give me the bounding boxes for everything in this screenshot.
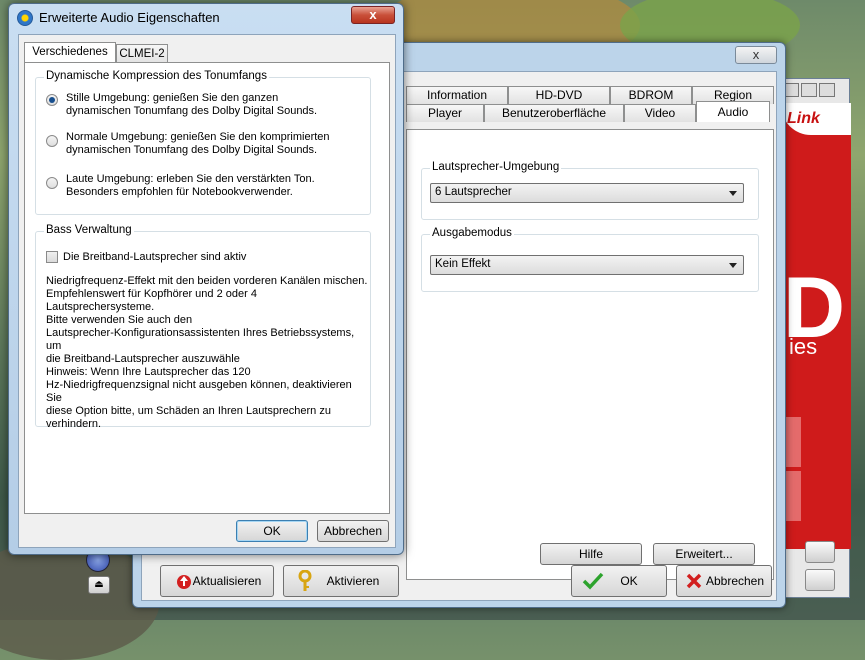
- output-mode-group: Ausgabemodus Kein Effekt: [421, 227, 759, 292]
- bass-warning-text: Hinweis: Wenn Ihre Lautsprecher das 120 …: [46, 366, 352, 430]
- tab-clmei-2[interactable]: CLMEI-2: [116, 44, 168, 63]
- cancel-button[interactable]: Abbrechen: [676, 565, 772, 597]
- broadband-speakers-checkbox[interactable]: [46, 251, 58, 263]
- tab-video[interactable]: Video: [624, 104, 696, 122]
- tab-user-interface[interactable]: Benutzeroberfläche: [484, 104, 624, 122]
- radio-normal-environment[interactable]: [46, 135, 58, 147]
- radio-loud-environment[interactable]: [46, 177, 58, 189]
- app-brand-subtext: ies: [789, 334, 818, 359]
- dropdown-arrow-icon: [729, 191, 737, 196]
- speaker-environment-group: Lautsprecher-Umgebung 6 Lautsprecher: [421, 161, 759, 220]
- cancel-button[interactable]: Abbrechen: [317, 520, 389, 542]
- radio-label: Normale Umgebung: genießen Sie den kompr…: [66, 131, 330, 156]
- select-value: 6 Lautsprecher: [435, 186, 512, 198]
- speaker-environment-select[interactable]: 6 Lautsprecher: [430, 183, 744, 203]
- select-value: Kein Effekt: [435, 258, 491, 270]
- audio-tab-panel: Lautsprecher-Umgebung 6 Lautsprecher Aus…: [406, 129, 774, 580]
- group-title: Bass Verwaltung: [44, 224, 134, 236]
- radio-label: Stille Umgebung: genießen Sie den ganzen…: [66, 92, 318, 117]
- ok-button[interactable]: OK: [236, 520, 308, 542]
- misc-tab-panel: Dynamische Kompression des Tonumfangs St…: [24, 62, 390, 514]
- checkbox-label: Die Breitband-Lautsprecher sind aktiv: [63, 251, 247, 263]
- group-title: Ausgabemodus: [430, 227, 514, 239]
- tab-bdrom[interactable]: BDROM: [610, 86, 692, 104]
- tab-information[interactable]: Information: [406, 86, 508, 104]
- group-title: Dynamische Kompression des Tonumfangs: [44, 70, 269, 82]
- update-button[interactable]: Aktualisieren: [160, 565, 274, 597]
- key-icon: [298, 570, 312, 591]
- button-label: OK: [620, 574, 638, 588]
- tab-miscellaneous[interactable]: Verschiedenes: [24, 42, 116, 63]
- activate-button[interactable]: Aktivieren: [283, 565, 399, 597]
- tab-player[interactable]: Player: [406, 104, 484, 122]
- eject-icon[interactable]: ⏏: [88, 576, 110, 594]
- advanced-audio-properties-dialog: Erweiterte Audio Eigenschaften x Verschi…: [8, 3, 404, 555]
- button-label: Aktivieren: [326, 574, 380, 588]
- advanced-button[interactable]: Erweitert...: [653, 543, 755, 565]
- close-icon[interactable]: [819, 83, 835, 97]
- device-icon[interactable]: [805, 569, 835, 591]
- check-icon: [582, 572, 604, 590]
- bass-management-group: Bass Verwaltung Die Breitband-Lautsprech…: [35, 224, 371, 430]
- maximize-icon[interactable]: [801, 83, 817, 97]
- close-button[interactable]: x: [351, 6, 395, 24]
- tab-audio[interactable]: Audio: [696, 101, 770, 122]
- update-icon: [177, 575, 191, 589]
- background-app-window: Link D ies: [780, 78, 851, 598]
- ok-button[interactable]: OK: [571, 565, 667, 597]
- settings-icon[interactable]: [805, 541, 835, 563]
- dialog-client-area: Verschiedenes CLMEI-2 Dynamische Kompres…: [18, 34, 396, 548]
- compression-group: Dynamische Kompression des Tonumfangs St…: [35, 70, 371, 215]
- app-icon: [17, 10, 33, 26]
- tab-hd-dvd[interactable]: HD-DVD: [508, 86, 610, 104]
- help-button[interactable]: Hilfe: [540, 543, 642, 565]
- close-button[interactable]: x: [735, 46, 777, 64]
- radio-quiet-environment[interactable]: [46, 94, 58, 106]
- dropdown-arrow-icon: [729, 263, 737, 268]
- cancel-x-icon: [686, 573, 702, 589]
- group-title: Lautsprecher-Umgebung: [430, 161, 562, 173]
- bass-info-text: Bitte verwenden Sie auch den Lautspreche…: [46, 314, 355, 365]
- output-mode-select[interactable]: Kein Effekt: [430, 255, 744, 275]
- bass-info-text: Niedrigfrequenz-Effekt mit den beiden vo…: [46, 275, 368, 313]
- radio-label: Laute Umgebung: erleben Sie den verstärk…: [66, 173, 315, 198]
- dialog-title: Erweiterte Audio Eigenschaften: [39, 10, 220, 25]
